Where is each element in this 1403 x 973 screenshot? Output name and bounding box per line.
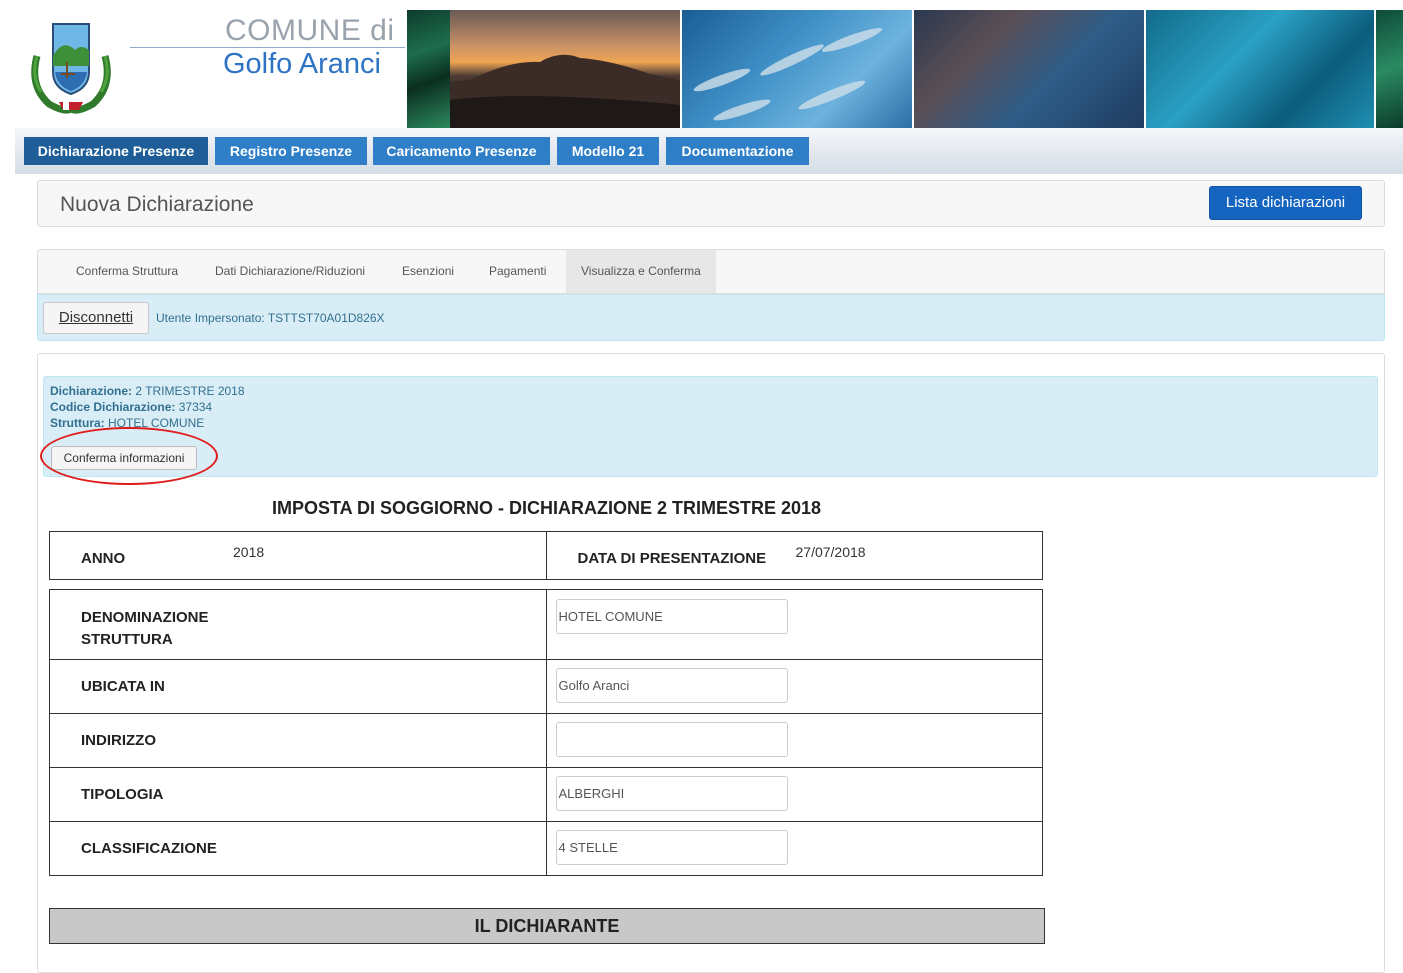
ubicata-in-label: UBICATA IN (81, 678, 165, 695)
nav-tab-dichiarazione-presenze[interactable]: Dichiarazione Presenze (24, 137, 208, 165)
ubicata-in-field[interactable]: Golfo Aranci (555, 668, 788, 703)
denominazione-label: DENOMINAZIONE STRUTTURA (81, 609, 209, 648)
nav-tab-caricamento-presenze[interactable]: Caricamento Presenze (373, 137, 550, 165)
info-codice-label: Codice Dichiarazione: (50, 400, 176, 414)
header-comune-di: COMUNE di (225, 14, 395, 47)
info-dichiarazione-label: Dichiarazione: (50, 384, 133, 398)
anno-data-table: ANNO 2018 DATA DI PRESENTAZIONE 27/07/20… (49, 531, 1043, 580)
row-label-cell: INDIRIZZO (49, 713, 547, 768)
wizard-steps: Conferma Struttura Dati Dichiarazione/Ri… (37, 249, 1385, 294)
declaration-info-box: Dichiarazione: 2 TRIMESTRE 2018 Codice D… (43, 376, 1378, 477)
red-circle-annotation (40, 427, 218, 485)
banner-photo-sunset-island (450, 10, 680, 128)
row-value-cell: 4 STELLE (545, 821, 1043, 876)
data-presentazione-value: 27/07/2018 (795, 544, 866, 560)
table-row: CLASSIFICAZIONE 4 STELLE (49, 821, 1043, 876)
info-codice: Codice Dichiarazione: 37334 (50, 400, 212, 414)
denominazione-field[interactable]: HOTEL COMUNE (555, 599, 788, 634)
island-silhouette (450, 54, 680, 128)
site-header: COMUNE di Golfo Aranci (15, 10, 1403, 128)
impersonated-user-text: Utente Impersonato: TSTTST70A01D826X (156, 311, 385, 325)
impersonation-bar: Disconnetti Utente Impersonato: TSTTST70… (37, 294, 1385, 341)
title-panel: Nuova Dichiarazione Lista dichiarazioni (37, 180, 1385, 227)
table-row: DENOMINAZIONE STRUTTURA HOTEL COMUNE (49, 589, 1043, 660)
classificazione-label: CLASSIFICAZIONE (81, 840, 217, 857)
indirizzo-field[interactable] (555, 722, 788, 757)
step-conferma-struttura[interactable]: Conferma Struttura (76, 250, 178, 293)
indirizzo-label: INDIRIZZO (81, 732, 156, 749)
row-value-cell (545, 713, 1043, 768)
tipologia-label: TIPOLOGIA (81, 786, 164, 803)
row-value-cell: HOTEL COMUNE (545, 589, 1043, 660)
table-row: UBICATA IN Golfo Aranci (49, 659, 1043, 714)
municipal-crest-logo (31, 23, 111, 114)
classificazione-field[interactable]: 4 STELLE (555, 830, 788, 865)
row-label-cell: TIPOLOGIA (49, 767, 547, 822)
anno-value: 2018 (233, 544, 265, 560)
banner-photo-seaweed-edge (1376, 10, 1403, 128)
row-value-cell: Golfo Aranci (545, 659, 1043, 714)
table-row: TIPOLOGIA ALBERGHI (49, 767, 1043, 822)
step-visualizza-conferma[interactable]: Visualizza e Conferma (566, 250, 716, 293)
page-title: Nuova Dichiarazione (60, 193, 254, 216)
row-label-cell: CLASSIFICAZIONE (49, 821, 547, 876)
step-pagamenti[interactable]: Pagamenti (489, 250, 546, 293)
step-esenzioni[interactable]: Esenzioni (402, 250, 454, 293)
table-row: INDIRIZZO (49, 713, 1043, 768)
nav-tab-documentazione[interactable]: Documentazione (666, 137, 809, 165)
section-dichiarante-header: IL DICHIARANTE (49, 908, 1045, 944)
main-navigation: Dichiarazione Presenze Registro Presenze… (15, 128, 1403, 174)
fish-school-shapes (693, 28, 883, 121)
structure-table: DENOMINAZIONE STRUTTURA HOTEL COMUNE UBI… (49, 589, 1043, 876)
tipologia-field[interactable]: ALBERGHI (555, 776, 788, 811)
anno-label: ANNO (81, 550, 126, 567)
banner-photo-moray-eel (914, 10, 1144, 128)
lista-dichiarazioni-button[interactable]: Lista dichiarazioni (1209, 186, 1362, 220)
row-label-cell: UBICATA IN (49, 659, 547, 714)
anno-cell: ANNO 2018 (49, 531, 547, 580)
info-codice-value: 37334 (178, 400, 213, 414)
banner-photo-reef-fish (1146, 10, 1374, 128)
step-dati-dichiarazione[interactable]: Dati Dichiarazione/Riduzioni (215, 250, 365, 293)
nav-tab-registro-presenze[interactable]: Registro Presenze (215, 137, 367, 165)
form-title: IMPOSTA DI SOGGIORNO - DICHIARAZIONE 2 T… (271, 498, 822, 518)
data-cell: DATA DI PRESENTAZIONE 27/07/2018 (545, 531, 1043, 580)
row-value-cell: ALBERGHI (545, 767, 1043, 822)
banner-photo-fish-school (682, 10, 912, 128)
info-dichiarazione: Dichiarazione: 2 TRIMESTRE 2018 (50, 384, 245, 398)
disconnetti-button[interactable]: Disconnetti (43, 302, 149, 334)
nav-tab-modello-21[interactable]: Modello 21 (557, 137, 659, 165)
row-label-cell: DENOMINAZIONE STRUTTURA (49, 589, 547, 660)
info-dichiarazione-value: 2 TRIMESTRE 2018 (135, 384, 245, 398)
header-town-name: Golfo Aranci (223, 48, 381, 80)
banner-photo-seaweed (407, 10, 450, 128)
data-presentazione-label: DATA DI PRESENTAZIONE (577, 550, 767, 567)
